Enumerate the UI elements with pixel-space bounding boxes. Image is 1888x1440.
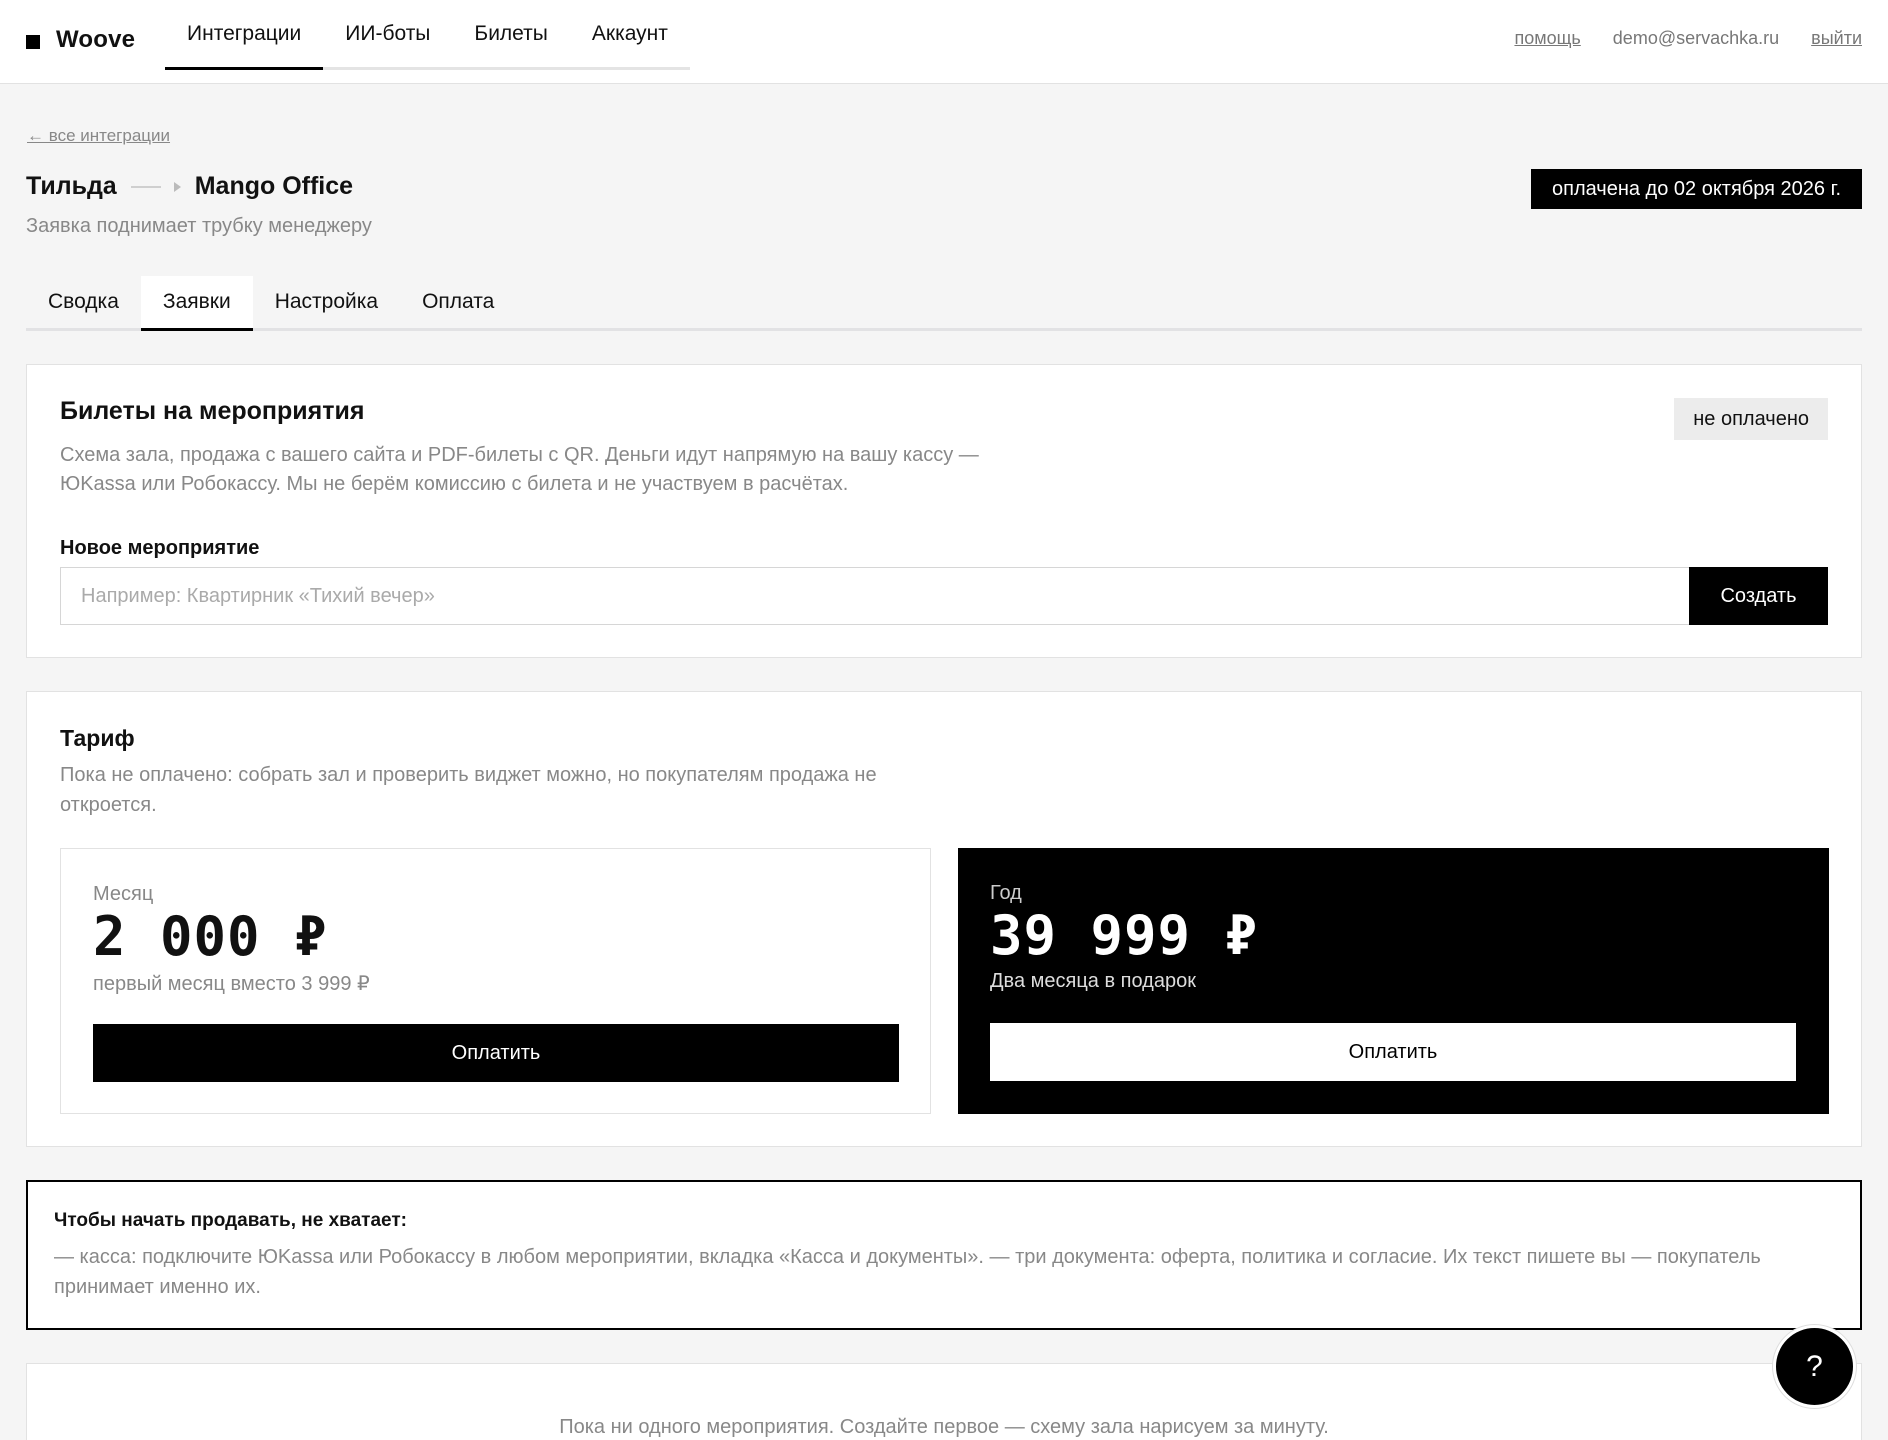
missing-text-line-1: — касса: подключите ЮKassa или Робокассу…	[54, 1246, 1761, 1268]
tariff-title: Тариф	[60, 725, 135, 751]
events-description: Схема зала, продажа с вашего сайта и PDF…	[60, 441, 1060, 499]
logo[interactable]: Woove	[26, 26, 135, 54]
tariff-description-line-2: откроется.	[60, 794, 157, 816]
plan-year-label: Год	[990, 882, 1022, 904]
missing-requirements-card: Чтобы начать продавать, не хватает: — ка…	[26, 1180, 1862, 1330]
empty-state-text: Пока ни одного мероприятия. Создайте пер…	[559, 1416, 1329, 1438]
top-bar: Woove Интеграции ИИ-боты Билеты Аккаунт …	[0, 0, 1888, 84]
breadcrumb-arrow-icon	[130, 181, 181, 192]
page-subtitle: Заявка поднимает трубку менеджеру	[26, 215, 372, 237]
create-event-button[interactable]: Создать	[1689, 567, 1828, 625]
plan-year-note: Два месяца в подарок	[990, 970, 1196, 992]
plan-month-price: 2 000 ₽	[93, 905, 328, 968]
pay-month-button[interactable]: Оплатить	[93, 1024, 899, 1082]
nav-item-account[interactable]: Аккаунт	[570, 0, 690, 70]
plan-month: Месяц 2 000 ₽ первый месяц вместо 3 999 …	[60, 848, 931, 1114]
missing-title: Чтобы начать продавать, не хватает:	[54, 1210, 407, 1231]
missing-text: — касса: подключите ЮKassa или Робокассу…	[54, 1242, 1844, 1302]
tariff-card: Тариф Пока не оплачено: собрать зал и пр…	[26, 691, 1862, 1147]
nav-item-tickets[interactable]: Билеты	[452, 0, 569, 70]
logo-square-icon	[26, 35, 40, 49]
plan-month-note: первый месяц вместо 3 999 ₽	[93, 973, 370, 995]
events-description-line-1: Схема зала, продажа с вашего сайта и PDF…	[60, 444, 979, 466]
events-empty-state: Пока ни одного мероприятия. Создайте пер…	[26, 1363, 1862, 1440]
plan-year: Год 39 999 ₽ Два месяца в подарок Оплати…	[958, 848, 1829, 1114]
help-link[interactable]: помощь	[1514, 28, 1580, 49]
tab-requests[interactable]: Заявки	[140, 276, 253, 331]
main-nav: Интеграции ИИ-боты Билеты Аккаунт	[165, 0, 690, 70]
breadcrumb: Тильда Mango Office	[26, 172, 353, 201]
logo-text: Woove	[56, 26, 136, 53]
breadcrumb-target: Mango Office	[194, 172, 354, 200]
missing-text-line-2: принимает именно их.	[54, 1276, 261, 1298]
nav-item-ai-bots[interactable]: ИИ-боты	[323, 0, 452, 70]
tab-settings[interactable]: Настройка	[253, 276, 400, 331]
plan-year-price: 39 999 ₽	[990, 904, 1259, 967]
plan-month-label: Месяц	[93, 883, 154, 905]
logout-link[interactable]: выйти	[1811, 28, 1862, 49]
events-description-line-2: ЮKassa или Робокассу. Мы не берём комисс…	[60, 473, 849, 495]
new-event-label: Новое мероприятие	[60, 537, 260, 559]
back-to-integrations-link[interactable]: ← все интеграции	[27, 126, 170, 146]
tariff-description-line-1: Пока не оплачено: собрать зал и проверит…	[60, 764, 877, 786]
breadcrumb-source: Тильда	[26, 172, 117, 200]
pay-year-button[interactable]: Оплатить	[990, 1023, 1796, 1081]
top-links: помощь demo@servachka.ru выйти	[1482, 28, 1862, 49]
new-event-input[interactable]	[60, 567, 1701, 625]
user-email: demo@servachka.ru	[1612, 28, 1780, 48]
paid-until-badge: оплачена до 02 октября 2026 г.	[1530, 169, 1862, 209]
tab-summary[interactable]: Сводка	[26, 276, 141, 331]
help-icon[interactable]: ?	[1773, 1325, 1856, 1408]
tab-payment[interactable]: Оплата	[400, 276, 516, 331]
nav-item-integrations[interactable]: Интеграции	[165, 0, 324, 70]
tariff-description: Пока не оплачено: собрать зал и проверит…	[60, 760, 960, 820]
integration-tabs: Сводка Заявки Настройка Оплата	[26, 276, 1862, 331]
status-badge: не оплачено	[1674, 398, 1828, 440]
events-card: Билеты на мероприятия не оплачено Схема …	[26, 364, 1862, 658]
events-title: Билеты на мероприятия	[60, 397, 365, 425]
